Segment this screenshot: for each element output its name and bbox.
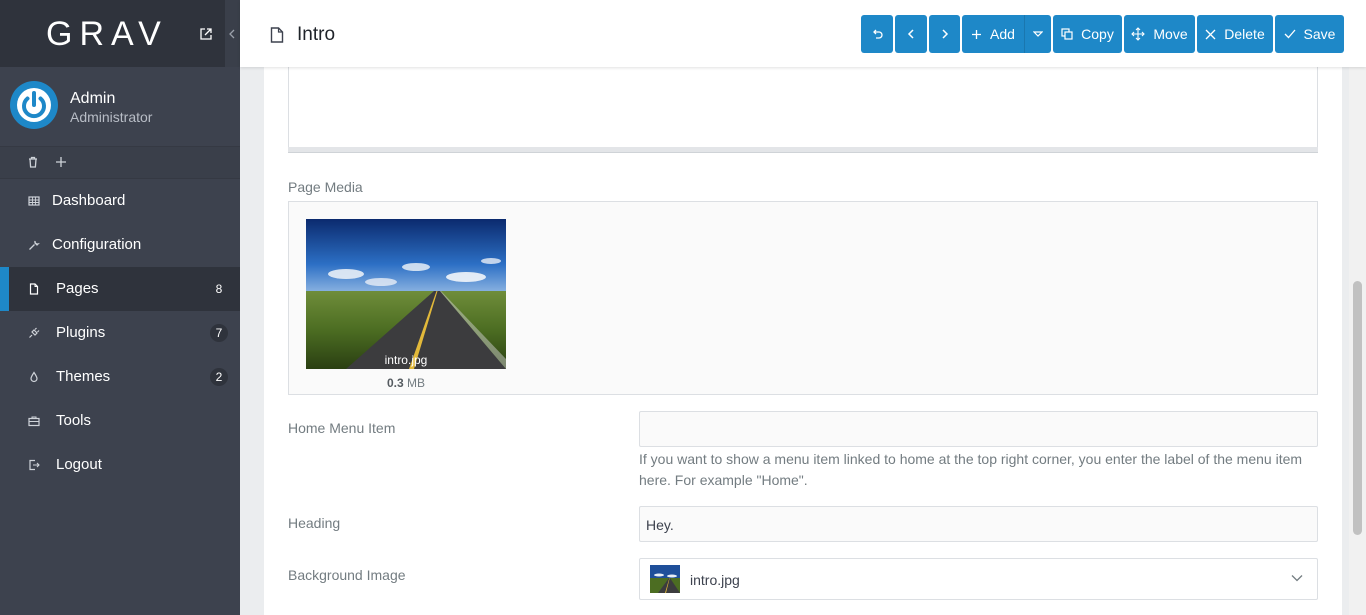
background-image-thumbnail [650, 565, 680, 593]
plus-icon [972, 29, 982, 39]
copy-button-label: Copy [1081, 26, 1114, 42]
sidebar-item-label: Tools [56, 412, 92, 429]
chevron-left-icon [907, 29, 914, 39]
plus-icon[interactable] [55, 156, 67, 168]
user-name: Admin [70, 90, 116, 107]
save-button[interactable]: Save [1275, 15, 1344, 53]
caret-down-icon [1033, 30, 1043, 37]
move-button[interactable]: Move [1124, 15, 1195, 53]
delete-button[interactable]: Delete [1197, 15, 1273, 53]
road-image [306, 219, 506, 369]
sidebar-item-configuration[interactable]: Configuration [0, 223, 240, 267]
background-image-label: Background Image [288, 567, 406, 583]
sidebar-item-label: Plugins [56, 324, 106, 341]
chevron-right-icon [941, 29, 948, 39]
check-icon [1284, 29, 1296, 39]
media-file-size: 0.3 MB [306, 376, 506, 390]
sidebar-item-label: Pages [56, 280, 99, 297]
file-icon [29, 283, 39, 295]
dashboard-icon [28, 196, 40, 206]
arrows-icon [1131, 27, 1146, 41]
heading-input[interactable]: Hey. [639, 506, 1318, 542]
page-header: Intro Add Copy Move Delete Save [240, 0, 1366, 67]
power-icon [12, 83, 56, 127]
briefcase-icon [28, 416, 40, 427]
heading-label: Heading [288, 515, 341, 531]
sidebar: GRAV Admin Administrator Dashboard Confi… [0, 0, 240, 615]
scrollbar-thumb[interactable] [1353, 281, 1362, 535]
wrench-icon [29, 240, 40, 250]
home-menu-item-input[interactable] [639, 411, 1318, 447]
delete-button-label: Delete [1224, 26, 1265, 42]
home-menu-item-help: If you want to show a menu item linked t… [639, 451, 1303, 488]
trash-icon[interactable] [28, 156, 38, 168]
count-badge: 7 [210, 324, 228, 342]
move-button-label: Move [1153, 26, 1188, 42]
chevron-down-icon [1291, 575, 1303, 582]
save-button-label: Save [1303, 26, 1336, 42]
previous-page-button[interactable] [895, 15, 927, 53]
plug-icon [29, 327, 40, 338]
media-file-size-unit: MB [407, 376, 426, 390]
sidebar-item-label: Logout [56, 456, 102, 473]
sidebar-item-themes[interactable]: Themes 2 [0, 355, 240, 399]
copy-button[interactable]: Copy [1053, 15, 1122, 53]
add-button-label: Add [990, 26, 1015, 42]
quick-actions [0, 147, 240, 179]
avatar [10, 81, 58, 129]
add-dropdown-button[interactable] [1024, 15, 1051, 53]
user-panel[interactable]: Admin Administrator [0, 67, 240, 147]
next-page-button[interactable] [929, 15, 960, 53]
user-role: Administrator [70, 109, 153, 125]
sidebar-item-dashboard[interactable]: Dashboard [0, 179, 240, 223]
tint-icon [30, 371, 38, 383]
sidebar-collapse-toggle[interactable] [225, 0, 240, 67]
home-menu-item-label: Home Menu Item [288, 420, 396, 436]
media-thumbnail[interactable]: intro.jpg [306, 219, 506, 369]
page-media-dropzone[interactable]: intro.jpg 0.3 MB [288, 201, 1318, 395]
sidebar-item-logout[interactable]: Logout [0, 443, 240, 487]
page-scrollbar[interactable] [1349, 67, 1366, 615]
sidebar-item-tools[interactable]: Tools [0, 399, 240, 443]
page-title: Intro [297, 24, 336, 45]
media-file-name: intro.jpg [384, 353, 428, 367]
grav-logo[interactable]: GRAV [46, 15, 168, 54]
undo-icon [873, 29, 883, 39]
page-media-label: Page Media [288, 179, 363, 195]
sign-out-icon [29, 459, 40, 471]
sidebar-item-label: Dashboard [52, 192, 126, 209]
back-button[interactable] [861, 15, 893, 53]
background-image-select[interactable]: intro.jpg [639, 558, 1318, 600]
sidebar-item-pages[interactable]: Pages 8 [0, 267, 240, 311]
sidebar-item-plugins[interactable]: Plugins 7 [0, 311, 240, 355]
editor-resize-handle[interactable] [288, 147, 1318, 153]
count-badge: 2 [210, 368, 228, 386]
page-editor-content: Page Media intro.jpg 0.3 MB Home Menu It… [264, 67, 1342, 615]
sidebar-item-label: Configuration [52, 236, 142, 253]
copy-icon [1061, 28, 1073, 40]
sidebar-item-label: Themes [56, 368, 111, 385]
sidebar-nav: Dashboard Configuration Pages 8 Plugins … [0, 179, 240, 487]
logo-bar: GRAV [0, 0, 240, 67]
count-badge: 8 [215, 282, 223, 296]
close-icon [1205, 29, 1216, 39]
content-editor[interactable] [288, 67, 1318, 153]
external-link-icon[interactable] [200, 28, 212, 40]
chevron-left-icon [229, 29, 235, 39]
file-icon [270, 27, 284, 43]
road-image [650, 565, 680, 593]
media-file-size-value: 0.3 [386, 376, 404, 390]
add-button[interactable]: Add [962, 15, 1024, 53]
background-image-value: intro.jpg [690, 572, 740, 588]
